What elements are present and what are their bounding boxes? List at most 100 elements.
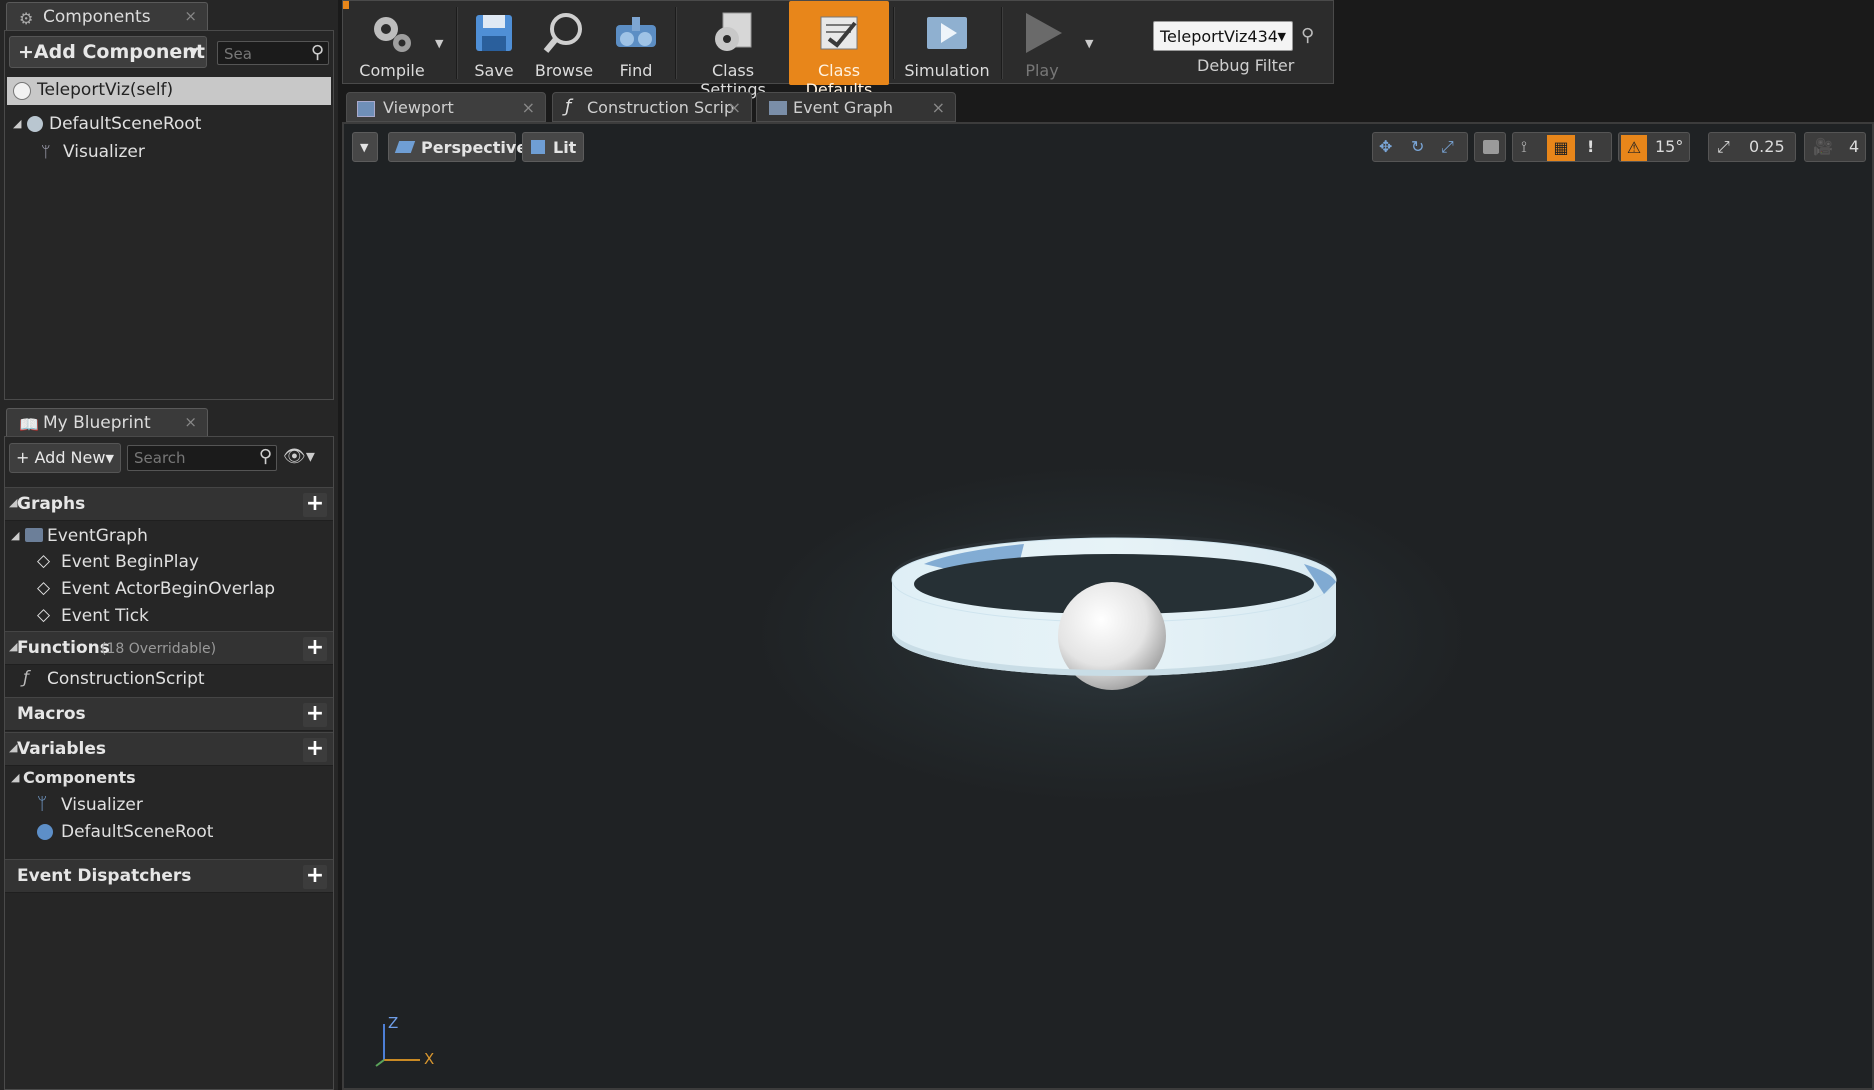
tree-item-defaultsceneroot[interactable]: ◢ DefaultSceneRoot — [9, 113, 329, 137]
search-placeholder: Search — [134, 449, 186, 467]
graphs-section-header[interactable]: ◢ Graphs + — [5, 487, 333, 521]
main-toolbar: Compile ▼ Save Browse Find Class Setting… — [342, 0, 1334, 99]
graph-icon — [25, 528, 43, 542]
expand-triangle-icon: ◢ — [11, 529, 20, 542]
surface-snap-icon[interactable]: ⟟ — [1521, 137, 1527, 157]
viewport[interactable]: ▼ Perspective Lit ✥ ↻ ⤢ ⟟ ▦ ! ⚠ 15° ⤢ 0.… — [342, 122, 1874, 1090]
add-function-button[interactable]: + — [303, 637, 327, 661]
event-item-actorbeginoverlap[interactable]: ◇ Event ActorBeginOverlap — [9, 578, 329, 602]
camera-icon: 🎥 — [1813, 137, 1833, 156]
grid-snap-icon[interactable]: ▦ — [1547, 135, 1575, 161]
close-icon[interactable]: × — [728, 98, 741, 117]
variables-section-header[interactable]: ◢ Variables + — [5, 732, 333, 766]
search-icon: ⚲ — [258, 446, 272, 467]
components-panel: +Add Component ▼ Sea ⚲ TeleportViz(self)… — [4, 30, 334, 400]
event-item-tick[interactable]: ◇ Event Tick — [9, 605, 329, 629]
grid-size-icon[interactable]: ! — [1587, 137, 1594, 156]
section-label: Functions — [17, 638, 110, 658]
category-label: Components — [23, 768, 136, 787]
functions-section-header[interactable]: ◢ Functions (18 Overridable) + — [5, 631, 333, 665]
close-icon[interactable]: × — [184, 7, 197, 25]
perspective-label: Perspective — [421, 138, 528, 157]
lit-cube-icon — [531, 140, 545, 154]
expand-triangle-icon: ◢ — [13, 117, 22, 130]
book-icon: 📖 — [19, 415, 39, 434]
add-component-button[interactable]: +Add Component ▼ — [9, 36, 207, 68]
debug-object-dropdown[interactable]: TeleportViz434 ▼ — [1153, 21, 1293, 51]
add-variable-button[interactable]: + — [303, 738, 327, 762]
close-icon[interactable]: × — [932, 98, 945, 117]
function-item-constructionscript[interactable]: ƒ ConstructionScript — [9, 668, 329, 692]
graph-item-eventgraph[interactable]: ◢ EventGraph — [9, 525, 329, 549]
find-binoculars-icon — [616, 17, 656, 47]
rotate-icon[interactable]: ↻ — [1411, 137, 1424, 156]
add-new-button[interactable]: + Add New ▼ — [9, 443, 121, 473]
transform-tools-group: ✥ ↻ ⤢ — [1372, 132, 1468, 162]
translate-icon[interactable]: ✥ — [1379, 137, 1392, 156]
save-disk-icon — [476, 15, 512, 51]
macros-section-header[interactable]: Macros + — [5, 697, 333, 731]
rotation-snap-value[interactable]: 15° — [1655, 137, 1683, 156]
chevron-down-icon: ▼ — [105, 452, 114, 465]
variable-item-visualizer[interactable]: ᛘ Visualizer — [9, 794, 329, 818]
simulation-button[interactable]: Simulation — [897, 1, 997, 85]
class-defaults-checklist-icon — [820, 16, 858, 50]
browse-label: Browse — [534, 61, 594, 80]
class-settings-button[interactable]: Class Settings — [679, 1, 787, 99]
browse-button[interactable]: Browse — [529, 1, 599, 85]
expand-triangle-icon: ◢ — [11, 771, 20, 784]
add-macro-button[interactable]: + — [303, 703, 327, 727]
add-component-label: +Add Component — [18, 41, 205, 63]
play-button[interactable]: Play — [1005, 1, 1079, 85]
section-label: Macros — [17, 704, 86, 724]
tab-construction-script[interactable]: ƒ Construction Scrip × — [552, 92, 752, 122]
graph-icon — [769, 101, 787, 115]
play-options-chevron-icon[interactable]: ▼ — [1085, 37, 1093, 50]
tab-viewport[interactable]: Viewport × — [346, 92, 546, 122]
coordinate-system-button[interactable] — [1474, 132, 1506, 162]
variable-item-defaultsceneroot[interactable]: DefaultSceneRoot — [9, 821, 329, 845]
my-blueprint-panel: + Add New ▼ Search ⚲ 👁▾ ◢ Graphs + ◢ Eve… — [4, 436, 334, 1090]
variable-label: Visualizer — [61, 795, 143, 815]
compile-button[interactable]: Compile — [349, 1, 435, 85]
simulation-label: Simulation — [904, 61, 990, 80]
scale-snap-value[interactable]: 0.25 — [1749, 137, 1785, 156]
event-item-beginplay[interactable]: ◇ Event BeginPlay — [9, 551, 329, 575]
find-button[interactable]: Find — [601, 1, 671, 85]
camera-speed-button[interactable]: 🎥 4 — [1804, 132, 1866, 162]
find-label: Find — [619, 61, 653, 80]
debug-search-icon[interactable]: ⚲ — [1301, 25, 1314, 46]
add-dispatcher-button[interactable]: + — [303, 865, 327, 889]
variables-components-category[interactable]: ◢ Components — [9, 767, 329, 791]
perspective-button[interactable]: Perspective — [388, 132, 527, 162]
components-tab[interactable]: ⚙ Components × — [6, 2, 208, 30]
add-graph-button[interactable]: + — [303, 493, 327, 517]
rotation-snap-toggle-icon[interactable]: ⚠ — [1621, 135, 1647, 161]
class-defaults-button[interactable]: Class Defaults — [789, 1, 889, 99]
lit-button[interactable]: Lit — [522, 132, 584, 162]
scale-icon[interactable]: ⤢ — [1441, 137, 1454, 157]
compile-options-chevron-icon[interactable]: ▼ — [435, 37, 443, 50]
component-search-input[interactable]: Sea ⚲ — [217, 41, 329, 65]
axis-x-label: X — [424, 1050, 435, 1068]
blueprint-search-input[interactable]: Search ⚲ — [127, 445, 277, 471]
axis-z-label: Z — [388, 1014, 399, 1032]
eye-icon[interactable]: 👁▾ — [283, 446, 315, 467]
event-dispatchers-section-header[interactable]: Event Dispatchers + — [5, 859, 333, 893]
scene-render — [891, 534, 1337, 690]
viewport-options-button[interactable]: ▼ — [352, 132, 378, 162]
self-item[interactable]: TeleportViz(self) — [7, 77, 331, 105]
my-blueprint-tab[interactable]: 📖 My Blueprint × — [6, 408, 208, 436]
save-button[interactable]: Save — [461, 1, 527, 85]
snap-group: ⟟ ▦ ! — [1512, 132, 1612, 162]
function-label: ConstructionScript — [47, 669, 205, 689]
tab-event-graph[interactable]: Event Graph × — [756, 92, 956, 122]
visualizer-icon: ᛘ — [37, 794, 48, 814]
tree-label: Visualizer — [63, 142, 145, 162]
section-label: Variables — [17, 739, 107, 759]
scale-snap-toggle-icon[interactable]: ⤢ — [1717, 137, 1730, 157]
close-icon[interactable]: × — [184, 413, 197, 431]
close-icon[interactable]: × — [522, 98, 535, 117]
visualizer-icon: ᛘ — [41, 142, 51, 161]
tree-item-visualizer[interactable]: ᛘ Visualizer — [9, 141, 329, 165]
